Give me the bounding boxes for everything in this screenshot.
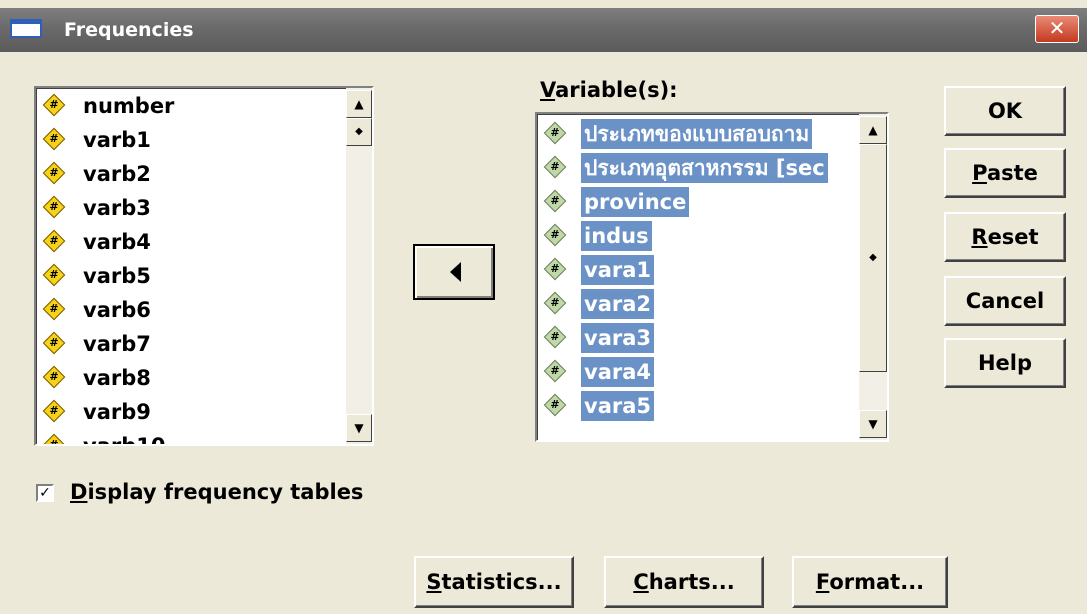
charts-button-label: harts... [648, 570, 735, 594]
statistics-button-label: tatistics... [441, 570, 562, 594]
numeric-variable-icon [42, 229, 66, 253]
numeric-variable-icon [543, 121, 567, 145]
source-variable-item-label: varb8 [83, 366, 151, 390]
numeric-variable-icon [543, 155, 567, 179]
scroll-up-button[interactable]: ▲ [859, 116, 887, 144]
paste-button[interactable]: Paste [944, 148, 1066, 198]
help-button[interactable]: Help [944, 338, 1066, 388]
selected-variable-item-label: vara2 [581, 289, 654, 319]
display-frequency-tables-label[interactable]: Display frequency tables [70, 480, 363, 504]
numeric-variable-icon [543, 291, 567, 315]
numeric-variable-icon [543, 359, 567, 383]
source-variable-item-label: varb1 [83, 128, 151, 152]
ok-button[interactable]: OK [944, 86, 1066, 136]
numeric-variable-icon [543, 223, 567, 247]
format-button-label: ormat... [829, 570, 925, 594]
reset-button-label: eset [987, 225, 1039, 249]
selected-variable-item-label: ประเภทของแบบสอบถาม [581, 119, 813, 149]
selected-variable-item-label: indus [581, 221, 652, 251]
numeric-variable-icon [42, 127, 66, 151]
source-variable-item-label: varb7 [83, 332, 151, 356]
numeric-variable-icon [42, 331, 66, 355]
display-frequency-tables-text: isplay frequency tables [87, 480, 364, 504]
format-button[interactable]: Format... [792, 556, 948, 608]
scroll-thumb[interactable]: ◆ [859, 144, 887, 372]
selected-variable-item-label: ประเภทอุตสาหกรรม [sec [581, 153, 828, 183]
source-list-scrollbar[interactable]: ▲ ◆ ▼ [346, 88, 372, 444]
scroll-down-button[interactable]: ▼ [859, 410, 887, 438]
statistics-button-mnemonic: S [426, 570, 442, 594]
source-variable-item-label: varb2 [83, 162, 151, 186]
window-icon [10, 19, 42, 38]
selected-variable-item-label: province [581, 187, 690, 217]
display-frequency-tables-mnemonic: D [70, 480, 88, 504]
charts-button[interactable]: Charts... [604, 556, 764, 608]
scroll-thumb[interactable]: ◆ [346, 118, 372, 146]
selected-variable-item-label: vara1 [581, 255, 654, 285]
close-button[interactable]: ✕ [1035, 15, 1079, 43]
reset-button-mnemonic: R [971, 225, 988, 249]
paste-button-label: aste [986, 161, 1038, 185]
window-title: Frequencies [64, 19, 194, 41]
source-variable-item-label: varb6 [83, 298, 151, 322]
format-button-mnemonic: F [815, 570, 830, 594]
selected-variable-item-label: vara5 [581, 391, 654, 421]
variables-label-rest: ariable(s): [555, 78, 678, 102]
numeric-variable-icon [42, 161, 66, 185]
numeric-variable-icon [543, 189, 567, 213]
source-variable-list[interactable]: number varb1 varb2 varb3 varb4 varb5 varb6 varb… [34, 86, 374, 446]
source-variable-item-label: varb4 [83, 230, 151, 254]
reset-button[interactable]: Reset [944, 212, 1066, 262]
left-arrow-icon [450, 262, 461, 282]
numeric-variable-icon [42, 399, 66, 423]
target-list-scrollbar[interactable]: ▲ ◆ ▼ [859, 114, 887, 440]
source-variable-item-label: varb10 [83, 434, 166, 446]
source-variable-item-label: number [83, 94, 175, 118]
numeric-variable-icon [42, 433, 66, 444]
numeric-variable-icon [42, 365, 66, 389]
charts-button-mnemonic: C [633, 570, 649, 594]
paste-button-mnemonic: P [972, 161, 987, 185]
numeric-variable-icon [42, 297, 66, 321]
scroll-down-button[interactable]: ▼ [346, 414, 372, 442]
numeric-variable-icon [543, 393, 567, 417]
move-variable-button[interactable] [413, 244, 495, 300]
numeric-variable-icon [42, 93, 66, 117]
selected-variable-item-label: vara3 [581, 323, 654, 353]
numeric-variable-icon [543, 325, 567, 349]
source-variable-item-label: varb3 [83, 196, 151, 220]
source-variable-item-label: varb9 [83, 400, 151, 424]
cancel-button[interactable]: Cancel [944, 276, 1066, 326]
variables-label: Variable(s): [540, 78, 678, 102]
scroll-up-button[interactable]: ▲ [346, 90, 372, 118]
selected-variable-list[interactable]: ประเภทของแบบสอบถามประเภทอุตสาหกรรม [sec p… [535, 112, 889, 442]
selected-variable-item-label: vara4 [581, 357, 654, 387]
numeric-variable-icon [42, 263, 66, 287]
display-frequency-tables-checkbox[interactable]: ✓ [36, 484, 54, 502]
numeric-variable-icon [42, 195, 66, 219]
statistics-button[interactable]: Statistics... [414, 556, 574, 608]
numeric-variable-icon [543, 257, 567, 281]
source-variable-item-label: varb5 [83, 264, 151, 288]
variables-label-mnemonic: V [540, 78, 556, 102]
